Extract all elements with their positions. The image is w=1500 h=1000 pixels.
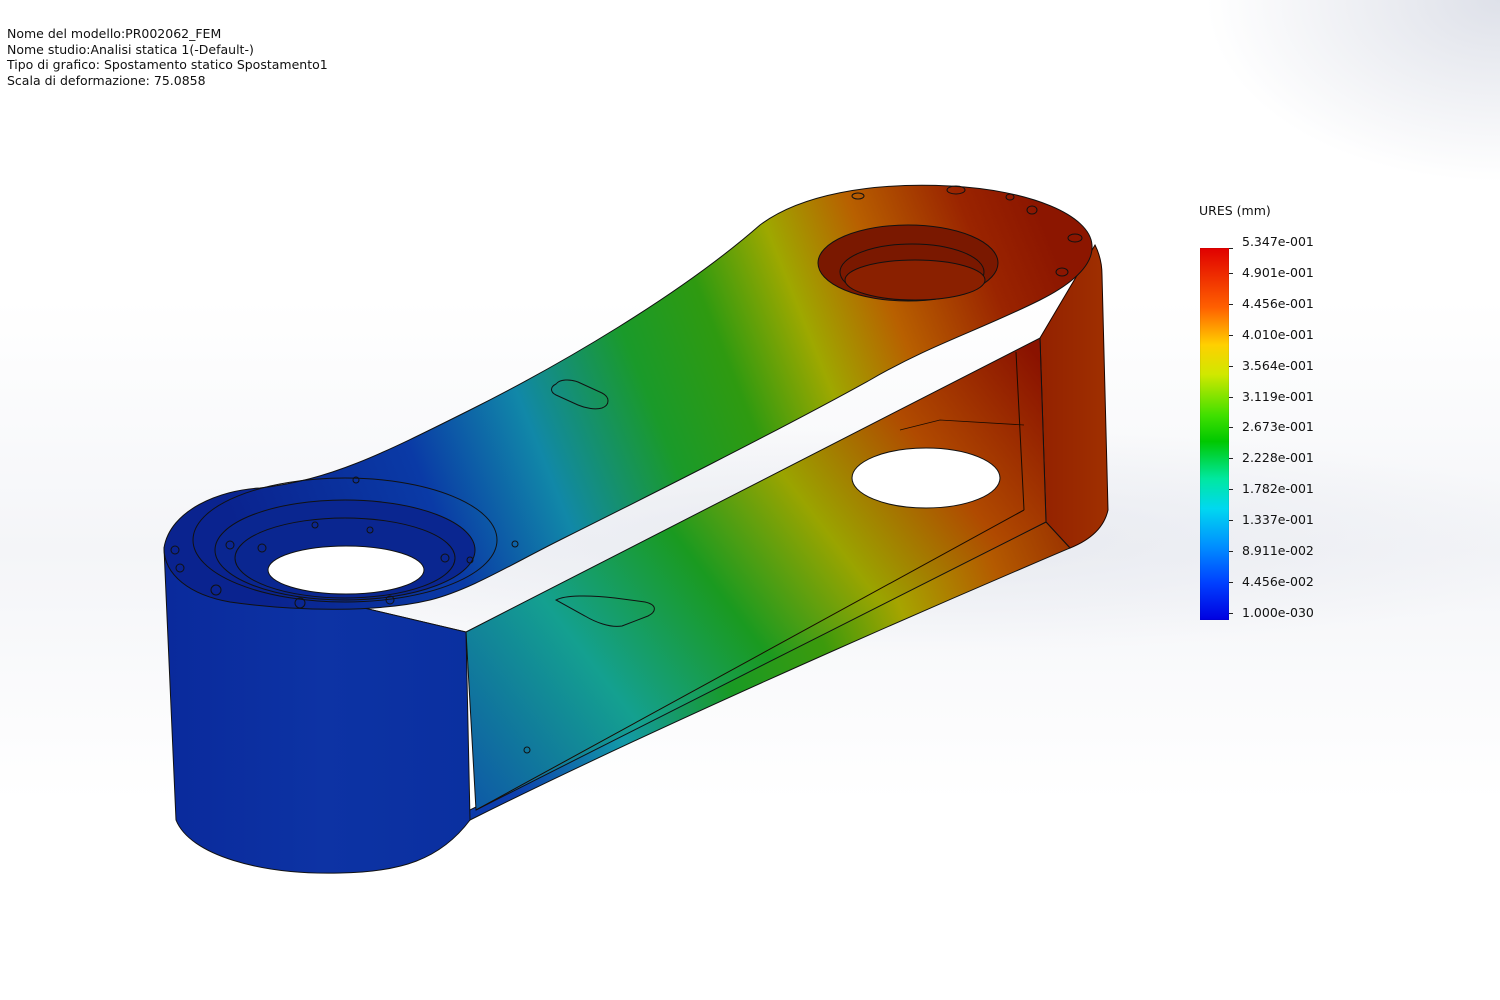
left-bore-hole: [267, 545, 425, 595]
legend-tick: [1229, 248, 1233, 249]
legend-tick: [1229, 612, 1233, 614]
legend-value-label: 1.000e-030: [1242, 604, 1314, 620]
right-lower-hole: [851, 447, 1001, 509]
legend-value-label: 1.782e-001: [1242, 481, 1314, 497]
legend-tick: [1229, 489, 1233, 491]
legend-color-bar: [1200, 248, 1229, 620]
legend-tick: [1229, 458, 1233, 460]
fem-model-view[interactable]: [0, 0, 1500, 1000]
legend-value-label: 2.228e-001: [1242, 450, 1314, 466]
legend-tick: [1229, 303, 1233, 305]
legend-tick: [1229, 365, 1233, 367]
legend-tick: [1229, 334, 1233, 336]
legend-tick: [1229, 520, 1233, 522]
legend-tick: [1229, 272, 1233, 274]
right-bore-hole: [844, 259, 986, 301]
legend-value-label: 5.347e-001: [1242, 234, 1314, 249]
legend-value-label: 8.911e-002: [1242, 543, 1314, 558]
legend-value-label: 4.901e-001: [1242, 264, 1314, 280]
legend-tick: [1229, 427, 1233, 429]
legend-tick: [1229, 396, 1233, 398]
legend-tick: [1229, 551, 1233, 552]
legend-value-label: 2.673e-001: [1242, 419, 1314, 435]
legend-title: URES (mm): [1199, 203, 1271, 218]
legend-tick: [1229, 581, 1233, 583]
legend-value-label: 3.119e-001: [1242, 388, 1314, 404]
legend-value-label: 1.337e-001: [1242, 512, 1314, 528]
graphics-viewport[interactable]: Nome del modello:PR002062_FEM Nome studi…: [0, 0, 1500, 1000]
legend-value-label: 3.564e-001: [1242, 357, 1314, 373]
legend-value-label: 4.456e-001: [1242, 295, 1314, 311]
legend-value-label: 4.010e-001: [1242, 326, 1314, 342]
legend-value-label: 4.456e-002: [1242, 573, 1314, 589]
